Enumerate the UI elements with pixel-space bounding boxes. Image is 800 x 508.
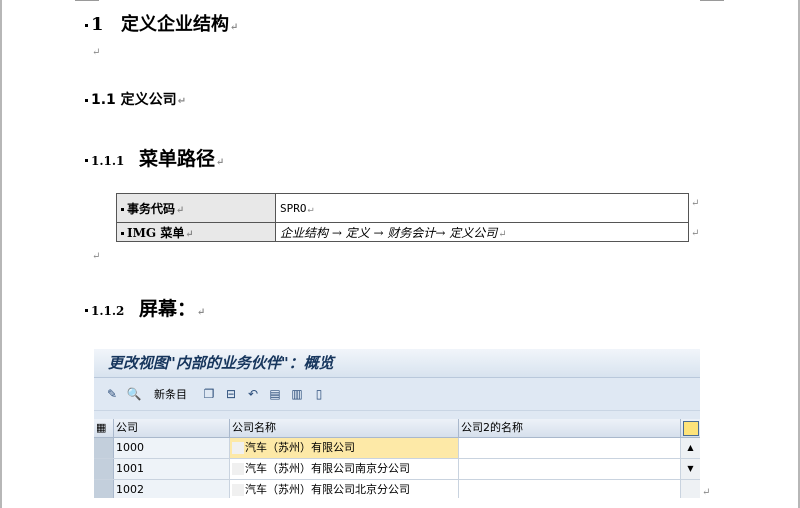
company-name-text: 汽车（苏州）有限公司: [245, 441, 355, 454]
select-block-icon[interactable]: ▥: [289, 386, 305, 402]
company-name2-cell[interactable]: [459, 438, 681, 458]
company-name-cell[interactable]: 汽车（苏州）有限公司南京分公司: [230, 459, 459, 479]
company-name-cell[interactable]: 汽车（苏州）有限公司: [230, 438, 459, 458]
heading-3-number: 1.1.1: [91, 154, 125, 168]
margin-mark-right: [700, 0, 724, 1]
table-label-cell: IMG 菜单↵: [116, 222, 276, 242]
redacted-text: [232, 484, 244, 496]
scrollbar-track[interactable]: [681, 480, 700, 498]
heading-1-text: 定义企业结构: [121, 14, 229, 35]
table-row[interactable]: 1002 汽车（苏州）有限公司北京分公司: [94, 480, 700, 498]
label-text: 事务代码: [127, 201, 176, 216]
paragraph-mark-icon: ↵: [92, 47, 101, 58]
heading-3-text: 屏幕：: [139, 298, 197, 320]
scroll-down-arrow-icon[interactable]: ▼: [681, 459, 700, 479]
paragraph-mark-icon: ↵: [177, 96, 187, 107]
company-name-text: 汽车（苏州）有限公司北京分公司: [245, 483, 410, 496]
img-menu-path: 企业结构 → 定义 → 财务会计→ 定义公司: [280, 225, 498, 240]
select-all-rows-icon[interactable]: ▦: [94, 419, 114, 437]
paragraph-mark-icon: ↵: [691, 228, 700, 239]
undo-icon[interactable]: ↶: [245, 386, 261, 402]
table-settings-cell[interactable]: [681, 419, 700, 437]
table-label-cell: 事务代码↵: [116, 193, 276, 223]
page-edge-left: [0, 0, 2, 508]
paragraph-mark-icon: ↵: [230, 22, 239, 33]
paragraph-mark-icon: ↵: [185, 228, 194, 240]
paragraph-mark-icon: ↵: [197, 307, 206, 318]
bullet-mark: [85, 159, 88, 162]
change-display-icon[interactable]: ✎: [104, 386, 120, 402]
row-selector[interactable]: [94, 459, 114, 479]
heading-1-number: 1: [91, 14, 104, 35]
sap-toolbar: ✎ 🔍 新条目 ❐ ⊟ ↶ ▤ ▥ ▯: [94, 378, 700, 411]
company-name2-cell[interactable]: [459, 459, 681, 479]
table-row: 事务代码↵ SPRO↵: [116, 193, 689, 223]
company-name-text: 汽车（苏州）有限公司南京分公司: [245, 462, 410, 475]
column-header-company-name[interactable]: 公司名称: [230, 419, 459, 437]
company-code-cell[interactable]: 1001: [114, 459, 230, 479]
table-header: ▦ 公司 公司名称 公司2的名称: [94, 419, 700, 438]
label-text: IMG 菜单: [127, 225, 185, 240]
table-row: IMG 菜单↵ 企业结构 → 定义 → 财务会计→ 定义公司↵: [116, 222, 689, 242]
heading-1: 1 定义企业结构↵: [85, 10, 238, 36]
sap-window-title: 更改视图"内部的业务伙伴"：概览: [94, 349, 700, 378]
row-selector[interactable]: [94, 438, 114, 458]
paragraph-mark-icon: ↵: [691, 198, 700, 209]
heading-3-number: 1.1.2: [91, 304, 125, 318]
bullet-mark: [85, 98, 88, 102]
heading-3-text: 菜单路径: [139, 148, 216, 170]
copy-icon[interactable]: ❐: [201, 386, 217, 402]
company-code-cell[interactable]: 1002: [114, 480, 230, 498]
heading-3-screen: 1.1.2 屏幕：↵: [85, 294, 205, 321]
redacted-text: [232, 463, 244, 475]
table-row[interactable]: 1001 汽车（苏州）有限公司南京分公司 ▼: [94, 459, 700, 480]
company-name2-cell[interactable]: [459, 480, 681, 498]
bullet-mark: [85, 23, 88, 27]
menu-path-table: 事务代码↵ SPRO↵ IMG 菜单↵ 企业结构 → 定义 → 财务会计→ 定义…: [116, 193, 689, 242]
scroll-up-arrow-icon[interactable]: ▲: [681, 438, 700, 458]
new-entries-button[interactable]: 新条目: [154, 386, 187, 402]
paragraph-mark-icon: ↵: [498, 228, 507, 240]
paragraph-mark-icon: ↵: [176, 204, 185, 216]
find-icon[interactable]: 🔍: [126, 386, 142, 402]
redacted-text: [232, 442, 244, 454]
transaction-code: SPRO: [280, 201, 307, 215]
company-code-cell[interactable]: 1000: [114, 438, 230, 458]
paragraph-mark-icon: ↵: [92, 251, 101, 262]
company-table: ▦ 公司 公司名称 公司2的名称 1000 汽车（苏州）有限公司 ▲ 1001 …: [94, 419, 700, 498]
paragraph-mark-icon: ↵: [702, 487, 711, 498]
company-name-cell[interactable]: 汽车（苏州）有限公司北京分公司: [230, 480, 459, 498]
delete-icon[interactable]: ⊟: [223, 386, 239, 402]
column-header-company-name-2[interactable]: 公司2的名称: [459, 419, 681, 437]
heading-2-text: 1.1 定义公司: [91, 92, 177, 108]
heading-3-menu-path: 1.1.1 菜单路径↵: [85, 144, 224, 171]
bullet-mark: [85, 309, 88, 312]
select-all-icon[interactable]: ▤: [267, 386, 283, 402]
paragraph-mark-icon: ↵: [307, 203, 314, 215]
bullet-mark: [121, 231, 124, 235]
table-row[interactable]: 1000 汽车（苏州）有限公司 ▲: [94, 438, 700, 459]
row-selector[interactable]: [94, 480, 114, 498]
column-header-company[interactable]: 公司: [114, 419, 230, 437]
paragraph-mark-icon: ↵: [216, 157, 225, 168]
bullet-mark: [121, 207, 124, 211]
table-value-cell: SPRO↵: [275, 193, 689, 223]
table-value-cell: 企业结构 → 定义 → 财务会计→ 定义公司↵: [275, 222, 689, 242]
sap-screenshot: 更改视图"内部的业务伙伴"：概览 ✎ 🔍 新条目 ❐ ⊟ ↶ ▤ ▥ ▯ ▦ 公…: [94, 349, 700, 498]
deselect-all-icon[interactable]: ▯: [311, 386, 327, 402]
table-settings-icon[interactable]: [683, 421, 699, 436]
heading-2: 1.1 定义公司↵: [85, 89, 186, 109]
margin-mark-left: [75, 0, 99, 1]
